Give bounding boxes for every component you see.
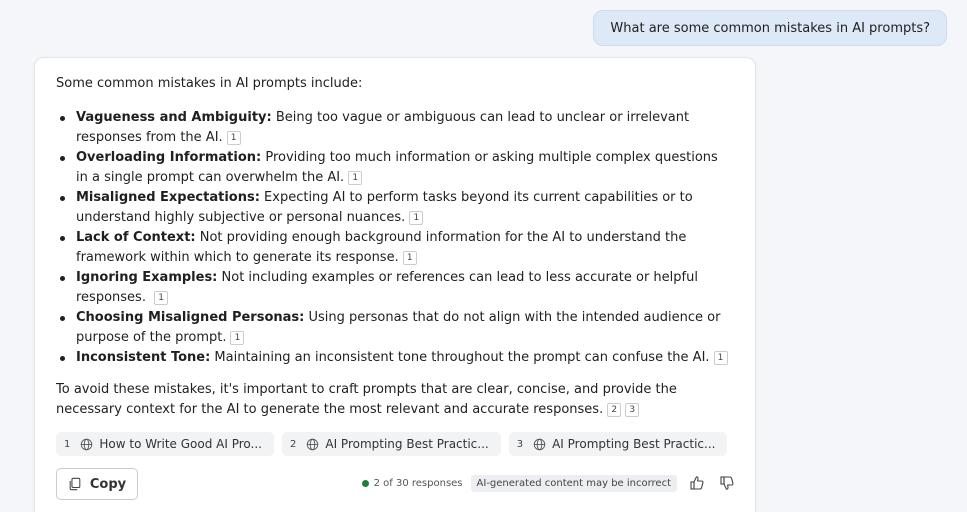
list-item-term: Ignoring Examples: <box>76 270 218 285</box>
source-link[interactable]: 3 AI Prompting Best Practic... <box>508 432 728 456</box>
citation-marker[interactable]: 1 <box>713 351 728 365</box>
citation-marker[interactable]: 2 <box>607 403 622 417</box>
ai-disclaimer-badge: AI-generated content may be incorrect <box>470 474 677 492</box>
source-number: 1 <box>64 438 71 450</box>
answer-intro: Some common mistakes in AI prompts inclu… <box>56 76 363 91</box>
source-number: 2 <box>289 438 297 450</box>
citation-marker[interactable]: 1 <box>154 291 169 305</box>
source-title: How to Write Good AI Pro... <box>99 437 262 451</box>
citation-marker[interactable]: 1 <box>226 131 241 145</box>
list-item: Lack of Context: Not providing enough ba… <box>56 228 732 268</box>
response-count: 2 of 30 responses <box>373 477 463 489</box>
citation-marker[interactable]: 3 <box>625 403 640 417</box>
source-links: 1 How to Write Good AI Pro... 2 AI Promp… <box>56 432 728 456</box>
citation-marker[interactable]: 1 <box>348 171 363 185</box>
source-title: AI Prompting Best Practic... <box>325 437 489 451</box>
list-item-text: Maintaining an inconsistent tone through… <box>210 350 710 365</box>
source-number: 3 <box>516 438 524 450</box>
thumbs-up-icon[interactable] <box>689 475 705 491</box>
copy-button-label: Copy <box>89 476 127 492</box>
user-message-bubble: What are some common mistakes in AI prom… <box>593 10 947 46</box>
globe-icon <box>81 438 93 450</box>
citation-marker[interactable]: 1 <box>230 331 245 345</box>
list-item: Inconsistent Tone: Maintaining an incons… <box>56 348 732 368</box>
copy-button[interactable]: Copy <box>56 468 138 500</box>
list-item: Ignoring Examples: Not including example… <box>56 268 732 308</box>
list-item-term: Vagueness and Ambiguity: <box>76 110 272 125</box>
answer-closing: To avoid these mistakes, it's important … <box>56 380 732 420</box>
citation-marker[interactable]: 1 <box>409 211 424 225</box>
source-title: AI Prompting Best Practic... <box>552 437 716 451</box>
source-link[interactable]: 1 How to Write Good AI Pro... <box>56 432 274 456</box>
list-item-term: Lack of Context: <box>76 230 196 245</box>
list-item-term: Misaligned Expectations: <box>76 190 260 205</box>
globe-icon <box>307 438 319 450</box>
assistant-response-card: Some common mistakes in AI prompts inclu… <box>34 57 756 512</box>
copy-icon <box>69 477 81 491</box>
user-message-text: What are some common mistakes in AI prom… <box>610 20 930 36</box>
list-item: Vagueness and Ambiguity: Being too vague… <box>56 108 732 148</box>
list-item: Choosing Misaligned Personas: Using pers… <box>56 308 732 348</box>
list-item-term: Inconsistent Tone: <box>76 350 211 365</box>
list-item: Misaligned Expectations: Expecting AI to… <box>56 188 732 228</box>
list-item-term: Overloading Information: <box>76 150 262 165</box>
chat-page: What are some common mistakes in AI prom… <box>0 0 967 512</box>
list-item: Overloading Information: Providing too m… <box>56 148 732 188</box>
thumbs-down-icon[interactable] <box>719 475 735 491</box>
status-dot-icon <box>361 479 369 487</box>
citation-marker[interactable]: 1 <box>402 251 417 265</box>
globe-icon <box>533 438 546 450</box>
closing-text: To avoid these mistakes, it's important … <box>56 382 677 417</box>
mistakes-list: Vagueness and Ambiguity: Being too vague… <box>56 108 732 368</box>
answer-body: Some common mistakes in AI prompts inclu… <box>56 74 732 420</box>
source-link[interactable]: 2 AI Prompting Best Practic... <box>281 432 501 456</box>
list-item-term: Choosing Misaligned Personas: <box>76 310 305 325</box>
response-footer: 2 of 30 responses AI-generated content m… <box>361 472 735 494</box>
